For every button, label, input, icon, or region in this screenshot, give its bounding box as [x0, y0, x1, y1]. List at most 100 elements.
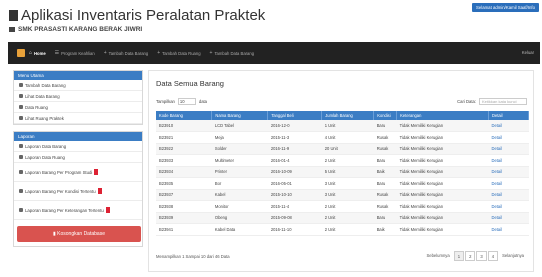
- list-icon: [19, 105, 23, 109]
- table-cell: 2015-11-4: [267, 200, 322, 213]
- app-title-text: Aplikasi Inventaris Peralatan Praktek: [21, 7, 266, 24]
- empty-database-button[interactable]: ▮ Kosongkan Database: [17, 226, 141, 242]
- table-row: B23921 Meja 2015-11-3 4 Unit Rusak Tidak Memi…: [156, 131, 529, 144]
- detail-link[interactable]: Detail: [488, 166, 529, 178]
- length-select[interactable]: 10: [177, 98, 196, 105]
- sidebar-item-laporan-ruang[interactable]: Laporan Data Ruang: [14, 152, 142, 163]
- detail-link[interactable]: Detail: [488, 223, 529, 236]
- table-cell: B23933: [156, 154, 212, 167]
- pagination-page[interactable]: 3: [476, 251, 487, 261]
- table-cell: Baru: [373, 120, 397, 132]
- pagination-page[interactable]: 4: [487, 251, 499, 261]
- table-row: B23939 Obeng 2015-09-08 2 Unit Baru Tidak Mem…: [156, 212, 529, 224]
- sidebar-item-label: Lihat Ruang Praktek: [25, 115, 64, 121]
- main-panel: Data Semua Barang Tampilkan 10 data Cari…: [148, 70, 534, 272]
- nav-program-label: Program Keahlian: [61, 50, 95, 56]
- home-icon: ⌂: [29, 50, 33, 56]
- sidebar-item-data-ruang[interactable]: Data Ruang: [14, 102, 142, 113]
- table-cell: Tidak Memiliki Kerugian: [396, 212, 489, 224]
- column-header[interactable]: Jumlah Barang: [321, 111, 375, 120]
- nav-home-label: Home: [34, 50, 46, 56]
- column-header[interactable]: Kode Barang: [156, 111, 213, 120]
- sidebar: Menu Utama Tambah Data Barang Lihat Data…: [13, 70, 143, 253]
- table-cell: 2 Unit: [321, 200, 374, 213]
- detail-link[interactable]: Detail: [488, 154, 529, 167]
- app-header: Aplikasi Inventaris Peralatan Praktek SM…: [0, 0, 542, 42]
- pagination-page[interactable]: 2: [465, 251, 476, 261]
- table-cell: 2 Unit: [321, 154, 374, 167]
- sidebar-item-laporan-keterangan[interactable]: Laporan Barang Per Keterangan Tertentu: [14, 201, 142, 220]
- column-header[interactable]: Kondisi: [373, 111, 398, 120]
- navbar: ⌂ Home ☰ Program Keahlian + Tambah Data Bar…: [8, 42, 540, 64]
- detail-link[interactable]: Detail: [488, 200, 529, 213]
- table-cell: 2 Unit: [321, 223, 374, 236]
- table-cell: Multimeter: [211, 154, 268, 167]
- sidebar-item-laporan-prodi[interactable]: Laporan Barang Per Program Studi: [14, 163, 142, 182]
- detail-link[interactable]: Detail: [488, 212, 529, 224]
- table-cell: Rusak: [373, 143, 397, 155]
- table-cell: 2016-11-10: [267, 223, 322, 236]
- menu-panel: Menu Utama Tambah Data Barang Lihat Data…: [13, 70, 143, 125]
- sidebar-item-laporan-kondisi[interactable]: Laporan Barang Per Kondisi Tertentu: [14, 182, 142, 201]
- detail-link[interactable]: Detail: [488, 120, 529, 132]
- table-cell: 2015-09-08: [267, 212, 322, 224]
- table-cell: Kabel: [211, 189, 268, 201]
- nav-home[interactable]: ⌂ Home: [29, 50, 46, 56]
- pagination-previous[interactable]: Sebelumnya: [423, 251, 452, 261]
- table-row: B23933 Multimeter 2016-01-4 2 Unit Baru Tidak…: [156, 154, 529, 167]
- column-header[interactable]: Keterangan: [396, 111, 490, 120]
- table-row: B23938 Monitor 2015-11-4 2 Unit Rusak Tidak M…: [156, 200, 529, 213]
- sidebar-item-lihat-ruang[interactable]: Lihat Ruang Praktek: [14, 113, 142, 124]
- detail-link[interactable]: Detail: [488, 189, 529, 201]
- search-input[interactable]: Ketikkan kata kunci: [479, 98, 527, 105]
- sidebar-item-tambah-barang[interactable]: Tambah Data Barang: [14, 80, 142, 91]
- table-cell: Printer: [211, 166, 268, 178]
- plus-icon: +: [209, 50, 213, 56]
- search-control: Cari Data: Ketikkan kata kunci: [457, 98, 527, 105]
- sidebar-item-laporan-barang[interactable]: Laporan Data Barang: [14, 141, 142, 152]
- pagination-page[interactable]: 1: [453, 251, 465, 261]
- table-cell: Baru: [373, 154, 397, 167]
- plus-icon: +: [157, 50, 161, 56]
- sidebar-item-label: Laporan Barang Per Kondisi Tertentu: [25, 188, 96, 194]
- table-cell: Bor: [211, 177, 268, 190]
- school-name: SMK PRASASTI KARANG BERAK JIWRI: [18, 26, 143, 33]
- pdf-icon: [97, 188, 102, 194]
- column-header[interactable]: Nama Barang: [211, 111, 269, 120]
- table-cell: Tidak Memiliki Kerugian: [396, 200, 489, 213]
- nav-tambah-barang[interactable]: + Tambah Data Barang: [104, 50, 149, 56]
- table-cell: 2016-05-01: [267, 177, 322, 190]
- table-cell: 3 Unit: [321, 177, 374, 190]
- nav-tambah-ruang-label: Tambah Data Ruang: [162, 50, 201, 56]
- detail-link[interactable]: Detail: [488, 143, 529, 155]
- sidebar-item-lihat-barang[interactable]: Lihat Data Barang: [14, 91, 142, 102]
- barang-table: Kode Barang Nama Barang Tanggal Beli Jum…: [156, 111, 529, 236]
- table-cell: B23937: [156, 189, 212, 201]
- sidebar-item-label: Tambah Data Barang: [25, 82, 66, 88]
- nav-logout[interactable]: Keluar: [522, 50, 534, 55]
- table-cell: Tidak Memiliki Kerugian: [396, 177, 489, 190]
- table-header-row: Kode Barang Nama Barang Tanggal Beli Jum…: [156, 111, 529, 120]
- detail-link[interactable]: Detail: [488, 131, 529, 144]
- nav-tambah-ruang[interactable]: + Tambah Data Ruang: [157, 50, 200, 56]
- detail-link[interactable]: Detail: [488, 177, 529, 190]
- table-info: Menampilkan 1 Sampai 10 dari 46 Data: [156, 254, 230, 259]
- column-header[interactable]: Tanggal Beli: [267, 111, 323, 120]
- sidebar-item-label: Laporan Barang Per Keterangan Tertentu: [25, 207, 104, 213]
- table-cell: Obeng: [211, 212, 268, 224]
- user-badge[interactable]: Selamat admin/Kamil Saaf/Info: [472, 3, 539, 12]
- table-cell: 2 Unit: [321, 212, 374, 224]
- list-icon: ☰: [54, 50, 60, 56]
- table-cell: 4 Unit: [321, 131, 374, 144]
- table-cell: Solder: [211, 143, 268, 155]
- sidebar-item-label: Lihat Data Barang: [25, 93, 60, 99]
- pagination-next[interactable]: Selanjutnya: [499, 251, 527, 261]
- table-cell: Monitor: [211, 200, 268, 213]
- sidebar-item-label: Laporan Data Barang: [25, 143, 67, 149]
- table-body: B23910 LCD Tabel 2016-12-0 1 Unit Baru Tidak …: [156, 120, 529, 236]
- column-header[interactable]: Detail: [488, 111, 529, 120]
- table-row: B23922 Solder 2016-11-9 20 Unit Rusak Tidak M…: [156, 143, 529, 155]
- table-cell: 2016-11-9: [267, 143, 322, 155]
- nav-tambah-barang-2[interactable]: + Tambah Data Barang: [210, 50, 255, 56]
- nav-program-keahlian[interactable]: ☰ Program Keahlian: [55, 50, 95, 56]
